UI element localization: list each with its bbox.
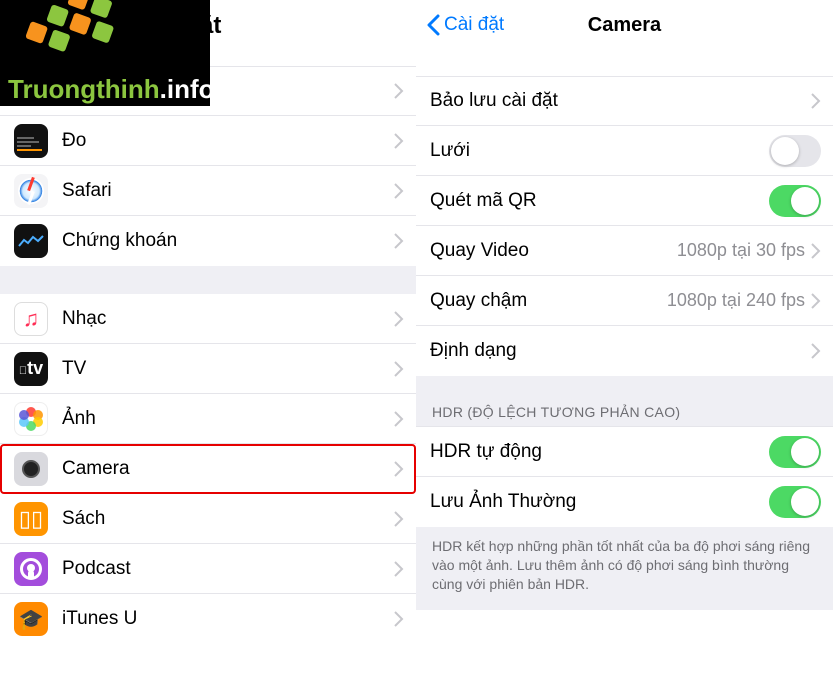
music-icon: ♫ bbox=[14, 302, 48, 336]
chevron-right-icon bbox=[394, 361, 404, 377]
brand-logo: Truongthinh.info bbox=[0, 0, 210, 106]
stocks-icon bbox=[14, 224, 48, 258]
chevron-right-icon bbox=[394, 611, 404, 627]
row-label: Lưu Ảnh Thường bbox=[430, 491, 769, 513]
settings-item-label: Chứng khoán bbox=[62, 230, 394, 252]
group-gap bbox=[0, 266, 416, 294]
row-label: Bảo lưu cài đặt bbox=[430, 90, 811, 112]
row-label: HDR tự động bbox=[430, 441, 769, 463]
row-grid: Lưới bbox=[416, 126, 833, 176]
back-button[interactable]: Cài đặt bbox=[426, 14, 504, 36]
settings-item-music[interactable]: ♫ Nhạc bbox=[0, 294, 416, 344]
chevron-right-icon bbox=[394, 183, 404, 199]
section-header-hdr: HDR (ĐỘ LỆCH TƯƠNG PHẢN CAO) bbox=[416, 376, 833, 427]
settings-item-measure[interactable]: Đo bbox=[0, 116, 416, 166]
chevron-right-icon bbox=[394, 511, 404, 527]
books-icon: ▯▯ bbox=[14, 502, 48, 536]
chevron-right-icon bbox=[394, 561, 404, 577]
chevron-right-icon bbox=[394, 461, 404, 477]
settings-item-label: Safari bbox=[62, 180, 394, 202]
settings-item-label: Camera bbox=[62, 458, 394, 480]
settings-item-tv[interactable]: tv TV bbox=[0, 344, 416, 394]
navbar: Cài đặt Camera bbox=[416, 0, 833, 50]
settings-item-itunesu[interactable]: 🎓 iTunes U bbox=[0, 594, 416, 644]
row-value: 1080p tại 30 fps bbox=[677, 240, 805, 261]
chevron-right-icon bbox=[811, 243, 821, 259]
chevron-left-icon bbox=[426, 14, 440, 36]
hdr-footer-note: HDR kết hợp những phần tốt nhất của ba đ… bbox=[416, 527, 833, 610]
row-slowmo[interactable]: Quay chậm 1080p tại 240 fps bbox=[416, 276, 833, 326]
settings-item-label: Podcast bbox=[62, 558, 394, 580]
settings-item-books[interactable]: ▯▯ Sách bbox=[0, 494, 416, 544]
settings-item-label: Sách bbox=[62, 508, 394, 530]
row-record-video[interactable]: Quay Video 1080p tại 30 fps bbox=[416, 226, 833, 276]
row-label: Quay Video bbox=[430, 240, 677, 262]
settings-item-podcast[interactable]: Podcast bbox=[0, 544, 416, 594]
camera-icon bbox=[14, 452, 48, 486]
chevron-right-icon bbox=[394, 311, 404, 327]
itunesu-icon: 🎓 bbox=[14, 602, 48, 636]
safari-icon bbox=[14, 174, 48, 208]
row-label: Quay chậm bbox=[430, 290, 667, 312]
settings-item-label: Đo bbox=[62, 130, 394, 152]
chevron-right-icon bbox=[394, 83, 404, 99]
hdr-auto-switch[interactable] bbox=[769, 436, 821, 468]
row-label: Lưới bbox=[430, 140, 769, 162]
settings-item-stocks[interactable]: Chứng khoán bbox=[0, 216, 416, 266]
row-hdr-auto: HDR tự động bbox=[416, 427, 833, 477]
chevron-right-icon bbox=[811, 343, 821, 359]
tv-icon: tv bbox=[14, 352, 48, 386]
chevron-right-icon bbox=[394, 133, 404, 149]
settings-item-camera[interactable]: Camera bbox=[0, 444, 416, 494]
settings-item-label: iTunes U bbox=[62, 608, 394, 630]
chevron-right-icon bbox=[811, 293, 821, 309]
row-value: 1080p tại 240 fps bbox=[667, 290, 805, 311]
settings-item-label: Nhạc bbox=[62, 308, 394, 330]
measure-icon bbox=[14, 124, 48, 158]
podcast-icon bbox=[14, 552, 48, 586]
settings-pane: Truongthinh.info ặt Đo Safari Chứng khoá… bbox=[0, 0, 416, 696]
settings-item-label: TV bbox=[62, 358, 394, 380]
chevron-right-icon bbox=[394, 411, 404, 427]
row-label: Định dạng bbox=[430, 340, 811, 362]
settings-item-safari[interactable]: Safari bbox=[0, 166, 416, 216]
back-label: Cài đặt bbox=[444, 14, 504, 36]
chevron-right-icon bbox=[394, 233, 404, 249]
row-format[interactable]: Định dạng bbox=[416, 326, 833, 376]
row-label: Quét mã QR bbox=[430, 190, 769, 212]
settings-item-label: Ảnh bbox=[62, 408, 394, 430]
settings-item-photos[interactable]: Ảnh bbox=[0, 394, 416, 444]
chevron-right-icon bbox=[811, 93, 821, 109]
grid-switch[interactable] bbox=[769, 135, 821, 167]
qr-switch[interactable] bbox=[769, 185, 821, 217]
row-qr: Quét mã QR bbox=[416, 176, 833, 226]
row-hdr-keep: Lưu Ảnh Thường bbox=[416, 477, 833, 527]
row-preserve-settings[interactable]: Bảo lưu cài đặt bbox=[416, 76, 833, 126]
hdr-keep-switch[interactable] bbox=[769, 486, 821, 518]
camera-settings-pane: Cài đặt Camera Bảo lưu cài đặt Lưới Quét… bbox=[416, 0, 833, 696]
photos-icon bbox=[14, 402, 48, 436]
